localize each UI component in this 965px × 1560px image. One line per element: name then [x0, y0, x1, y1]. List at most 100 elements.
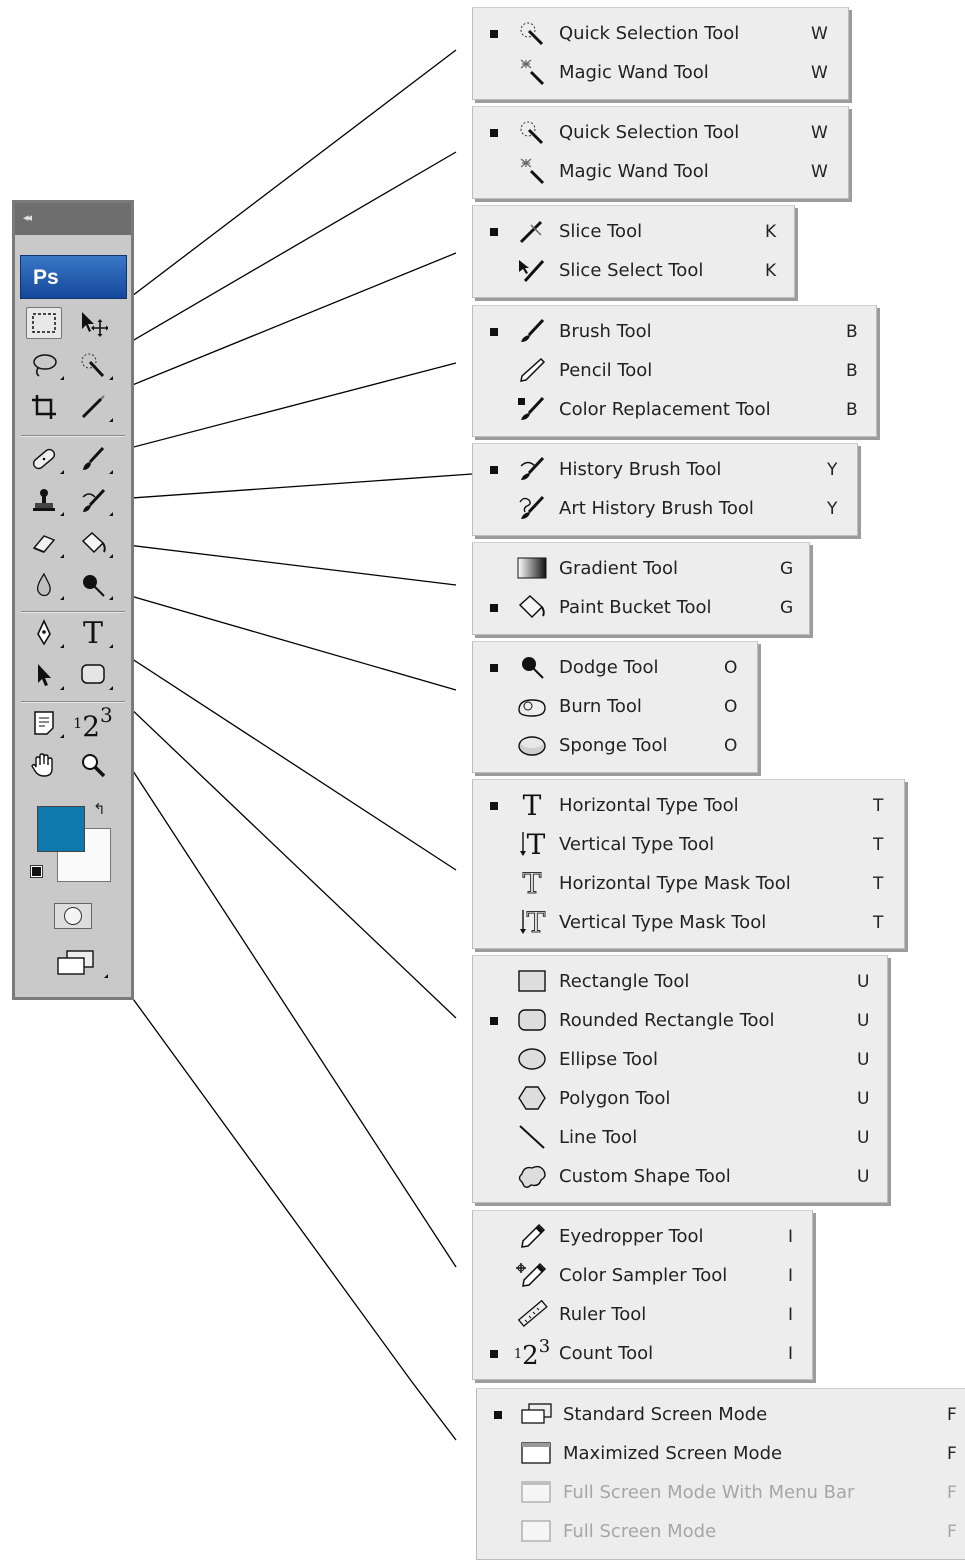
menu-item-label: Full Screen Mode: [563, 1521, 717, 1542]
shortcut-key: O: [724, 696, 738, 717]
menu-item[interactable]: Magic Wand Tool W: [473, 152, 848, 191]
shortcut-key: O: [724, 735, 738, 756]
callout-arrow: [111, 969, 457, 1441]
menu-item[interactable]: History Brush Tool Y: [473, 450, 857, 489]
screen-mode-button[interactable]: [55, 948, 108, 980]
menu-item[interactable]: Standard Screen Mode F: [477, 1395, 965, 1434]
menu-item[interactable]: Paint Bucket Tool G: [473, 588, 809, 627]
tool-move[interactable]: [75, 307, 111, 339]
flyout-indicator-icon: [104, 974, 108, 978]
vertical-type-icon: T: [515, 828, 549, 861]
menu-item-label: Line Tool: [559, 1127, 638, 1148]
menu-item[interactable]: T Vertical Type Tool T: [473, 825, 904, 864]
menu-item[interactable]: Gradient Tool G: [473, 549, 809, 588]
tool-slice[interactable]: [75, 391, 113, 423]
tool-zoom[interactable]: [75, 749, 111, 781]
menu-item[interactable]: Sponge Tool O: [473, 726, 757, 765]
menu-item[interactable]: Maximized Screen Mode F: [477, 1434, 965, 1473]
collapse-icon[interactable]: ◂◂: [23, 211, 32, 224]
foreground-color-swatch[interactable]: [37, 806, 85, 852]
flyout-indicator-icon: [60, 470, 64, 474]
ellipse-icon: [515, 1044, 549, 1074]
default-colors-icon[interactable]: [30, 865, 43, 878]
rect-marquee-icon: [32, 313, 56, 333]
menu-item[interactable]: Rounded Rectangle Tool U: [473, 1001, 887, 1040]
tool-paint-bucket[interactable]: [75, 527, 113, 559]
callout-arrow: [101, 151, 457, 359]
shortcut-key: B: [846, 399, 858, 420]
menu-item[interactable]: Quick Selection Tool W: [473, 113, 848, 152]
menu-item[interactable]: Polygon Tool U: [473, 1079, 887, 1118]
selected-bullet-icon: [490, 466, 498, 474]
tool-count[interactable]: 123: [73, 703, 112, 743]
tool-history-brush[interactable]: [75, 485, 113, 517]
tool-blur[interactable]: [26, 569, 64, 601]
menu-item[interactable]: Slice Tool K: [473, 212, 794, 251]
menu-item[interactable]: Custom Shape Tool U: [473, 1157, 887, 1196]
tool-brush[interactable]: [75, 443, 113, 475]
rectangle-icon: [515, 966, 549, 996]
menu-item[interactable]: Burn Tool O: [473, 687, 757, 726]
selected-bullet-icon: [490, 802, 498, 810]
menu-item[interactable]: Rectangle Tool U: [473, 962, 887, 1001]
shortcut-key: G: [780, 597, 794, 618]
tool-quick-selection[interactable]: [75, 349, 113, 381]
menu-item[interactable]: Quick Selection Tool W: [473, 14, 848, 53]
menu-item[interactable]: T Horizontal Type Mask Tool T: [473, 864, 904, 903]
flyout-indicator-icon: [109, 470, 113, 474]
selected-bullet-icon: [494, 1411, 502, 1419]
tool-pen[interactable]: [26, 617, 64, 649]
menu-item[interactable]: Art History Brush Tool Y: [473, 489, 857, 528]
callout-arrow: [101, 473, 473, 506]
menu-item-label: Burn Tool: [559, 696, 642, 717]
notes-icon: [34, 711, 54, 735]
hand-icon: [31, 753, 53, 777]
menu-item[interactable]: 123 Count Tool I: [473, 1334, 812, 1373]
flyout-menu-history-brush: History Brush Tool Y Art History Brush To…: [472, 443, 858, 536]
tool-type[interactable]: T: [75, 615, 113, 651]
menu-item[interactable]: Ruler Tool I: [473, 1295, 812, 1334]
pencil-icon: [515, 355, 549, 385]
menu-item[interactable]: Brush Tool B: [473, 312, 876, 351]
shortcut-key: I: [788, 1265, 794, 1286]
menu-item[interactable]: Pencil Tool B: [473, 351, 876, 390]
tool-rect-marquee[interactable]: [26, 307, 62, 339]
tool-spot-healing[interactable]: [26, 443, 64, 475]
history-brush-icon: [82, 488, 106, 512]
shortcut-key: K: [765, 221, 777, 242]
swap-colors-icon[interactable]: ↰: [93, 800, 106, 818]
shortcut-key: W: [811, 62, 828, 83]
menu-item[interactable]: Line Tool U: [473, 1118, 887, 1157]
tool-crop[interactable]: [26, 391, 62, 423]
menu-item[interactable]: T Horizontal Type Tool T: [473, 786, 904, 825]
tool-path-selection[interactable]: [26, 659, 64, 691]
menu-item: Full Screen Mode F: [477, 1512, 965, 1551]
photoshop-logo[interactable]: Ps: [20, 255, 127, 299]
burn-icon: [515, 691, 549, 721]
tool-dodge[interactable]: [75, 569, 113, 601]
dodge-icon: [515, 652, 549, 682]
menu-item[interactable]: T Vertical Type Mask Tool T: [473, 903, 904, 942]
menu-item[interactable]: Ellipse Tool U: [473, 1040, 887, 1079]
menu-item-label: History Brush Tool: [559, 459, 722, 480]
tool-shape[interactable]: [75, 659, 113, 691]
menu-item[interactable]: Slice Select Tool K: [473, 251, 794, 290]
menu-item[interactable]: Magic Wand Tool W: [473, 53, 848, 92]
tool-lasso[interactable]: [26, 349, 64, 381]
quick-mask-button[interactable]: [54, 903, 92, 929]
menu-item[interactable]: Color Replacement Tool B: [473, 390, 876, 429]
flyout-indicator-icon: [109, 554, 113, 558]
type-icon: T: [82, 615, 103, 651]
tool-hand[interactable]: [26, 749, 62, 781]
tool-eraser[interactable]: [26, 527, 64, 559]
menu-item[interactable]: Eyedropper Tool I: [473, 1217, 812, 1256]
tool-clone-stamp[interactable]: [26, 485, 64, 517]
flyout-indicator-icon: [60, 686, 64, 690]
panel-collapse-bar[interactable]: ◂◂: [15, 203, 131, 235]
art-history-brush-icon: [515, 493, 549, 523]
menu-item[interactable]: Dodge Tool O: [473, 648, 757, 687]
tool-notes[interactable]: [26, 707, 64, 739]
menu-item[interactable]: Color Sampler Tool I: [473, 1256, 812, 1295]
menu-item-label: Ellipse Tool: [559, 1049, 658, 1070]
screen-mode-icon: [57, 950, 94, 975]
